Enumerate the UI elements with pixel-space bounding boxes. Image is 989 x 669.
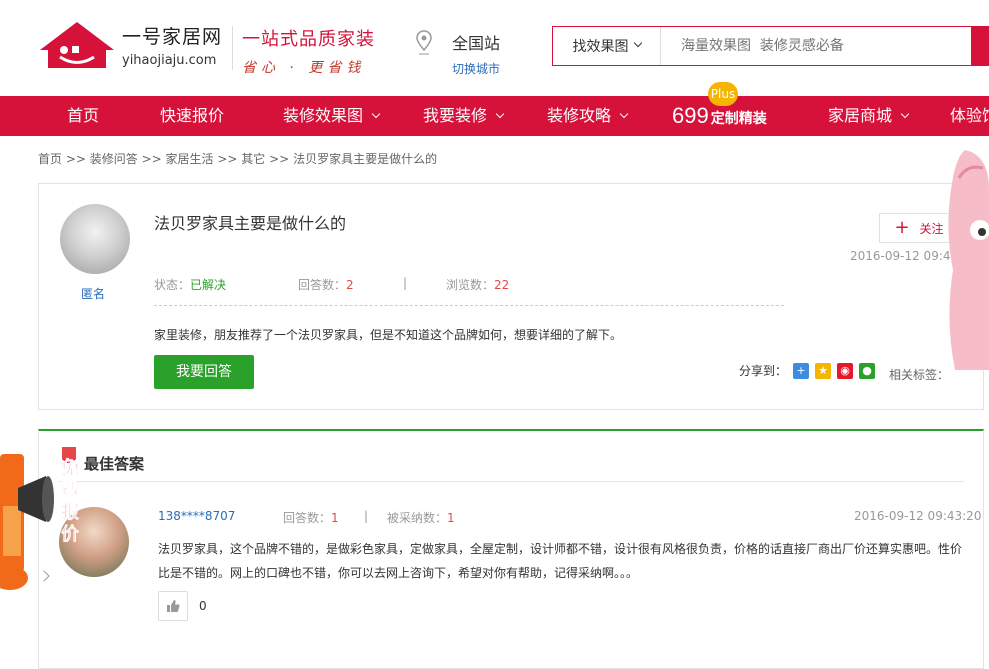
- nav-item-mall[interactable]: 家居商城: [828, 96, 910, 136]
- thumb-up-icon: [167, 600, 180, 612]
- chevron-down-icon: [495, 109, 505, 119]
- site-logo[interactable]: 一号家居网 yihaojiaju.com: [38, 20, 222, 70]
- house-logo-icon: [40, 22, 114, 68]
- breadcrumb-item[interactable]: 家居生活: [166, 152, 214, 166]
- best-answer-card: 最佳答案 138****8707 回答数：1 | 被采纳数：1 2016-09-…: [38, 429, 984, 669]
- views-value: 22: [494, 278, 510, 292]
- status-label: 状态：: [154, 278, 191, 292]
- status-stat: 状态：已解决: [154, 276, 226, 293]
- adopted-label: 被采纳数：: [387, 511, 448, 525]
- related-tags-label: 相关标签：: [889, 368, 950, 382]
- share-weibo-icon[interactable]: ◉: [837, 362, 854, 379]
- header-divider: [232, 26, 233, 70]
- answer-count-label: 回答数：: [283, 511, 332, 525]
- promo-label: 定制精装: [710, 111, 767, 127]
- adopted-value: 1: [447, 511, 455, 525]
- slogan: 一站式品质家装 省心 · 更省钱: [242, 25, 375, 77]
- heading-divider: [59, 481, 964, 482]
- asker-name[interactable]: 匿名: [81, 285, 105, 302]
- main-nav: 首页 快速报价 装修效果图 我要装修 装修攻略 699定制精装 家居商城 体验馆: [0, 96, 989, 136]
- answer-date: 2016-09-12 09:43:20: [854, 509, 982, 523]
- question-body: 家里装修，朋友推荐了一个法贝罗家具，但是不知道这个品牌如何，想要详细的了解下。: [154, 328, 623, 342]
- breadcrumb-item[interactable]: 装修问答: [90, 152, 138, 166]
- search-category-label: 找效果图: [572, 39, 629, 55]
- slogan-sub: 省心 · 更省钱: [242, 60, 366, 76]
- chevron-down-icon: [900, 109, 910, 119]
- answers-value: 2: [346, 278, 354, 292]
- nav-item-label: 装修效果图: [283, 106, 364, 125]
- answers-label: 回答数：: [298, 278, 347, 292]
- site-header: 一号家居网 yihaojiaju.com 一站式品质家装 省心 · 更省钱 全国…: [0, 0, 989, 96]
- like-button[interactable]: [158, 591, 188, 621]
- nav-item-label: 装修攻略: [547, 106, 612, 125]
- answer-count-value: 1: [331, 511, 339, 525]
- slogan-main: 一站式品质家装: [242, 29, 375, 50]
- nav-item-showroom[interactable]: 体验馆: [950, 96, 989, 136]
- answer-count-stat: 回答数：1: [283, 509, 339, 526]
- brand-domain: yihaojiaju.com: [122, 53, 217, 68]
- search-category-select[interactable]: 找效果图: [553, 27, 661, 65]
- question-card: 匿名 法贝罗家具主要是做什么的 + 关注 2016-09-12 09:41:20…: [38, 183, 984, 410]
- breadcrumb-separator: >>: [62, 152, 90, 166]
- plus-icon: +: [894, 217, 910, 238]
- adopted-stat: 被采纳数：1: [387, 509, 455, 526]
- nav-item-label: 我要装修: [423, 106, 488, 125]
- breadcrumb-separator: >>: [137, 152, 166, 166]
- breadcrumb-item[interactable]: 首页: [38, 152, 62, 166]
- views-label: 浏览数：: [446, 278, 495, 292]
- stat-separator: |: [364, 509, 369, 523]
- asker-avatar: [60, 204, 130, 274]
- search-bar: 找效果图: [552, 26, 989, 66]
- share-bar: 分享到： + ★ ◉ ●: [739, 362, 876, 379]
- switch-city-link[interactable]: 切换城市: [452, 60, 500, 77]
- nav-item-home[interactable]: 首页: [67, 96, 99, 136]
- chevron-down-icon: [371, 109, 381, 119]
- like-count: 0: [199, 599, 207, 613]
- brand-name: 一号家居网: [122, 26, 223, 48]
- free-quote-badge[interactable]: 免费报价: [54, 458, 86, 546]
- nav-item-quick-quote[interactable]: 快速报价: [160, 96, 224, 136]
- location-selector[interactable]: 全国站 切换城市: [416, 30, 500, 77]
- breadcrumb-item[interactable]: 其它: [241, 152, 265, 166]
- nav-item-guide[interactable]: 装修攻略: [547, 96, 629, 136]
- search-input[interactable]: [661, 27, 971, 65]
- share-more-icon[interactable]: +: [793, 362, 810, 379]
- mascot-icon[interactable]: [945, 150, 989, 370]
- answers-stat: 回答数：2: [298, 276, 354, 293]
- question-title: 法贝罗家具主要是做什么的: [154, 214, 347, 233]
- search-button[interactable]: [971, 27, 989, 65]
- promo-number: 699: [672, 103, 709, 128]
- answerer-name[interactable]: 138****8707: [158, 509, 235, 523]
- breadcrumb-current: 法贝罗家具主要是做什么的: [293, 152, 438, 166]
- nav-item-gallery[interactable]: 装修效果图: [283, 96, 381, 136]
- breadcrumb: 首页 >> 装修问答 >> 家居生活 >> 其它 >> 法贝罗家具主要是做什么的: [38, 150, 437, 167]
- answer-button[interactable]: 我要回答: [154, 355, 254, 389]
- status-value: 已解决: [190, 278, 227, 292]
- share-wechat-icon[interactable]: ●: [859, 362, 876, 379]
- stat-separator: |: [403, 276, 408, 290]
- breadcrumb-separator: >>: [213, 152, 242, 166]
- nav-item-label: 家居商城: [828, 106, 893, 125]
- chevron-down-icon: [619, 109, 629, 119]
- share-qzone-icon[interactable]: ★: [815, 362, 832, 379]
- nav-item-renovate[interactable]: 我要装修: [423, 96, 505, 136]
- location-name: 全国站: [452, 34, 501, 53]
- follow-label: 关注: [919, 221, 944, 236]
- views-stat: 浏览数：22: [446, 276, 509, 293]
- best-answer-heading: 最佳答案: [84, 455, 145, 473]
- breadcrumb-separator: >>: [265, 152, 294, 166]
- location-pin-icon: [416, 30, 432, 55]
- share-label: 分享到：: [739, 364, 788, 378]
- chevron-down-icon: [633, 38, 642, 48]
- dashed-divider: [154, 305, 784, 306]
- plus-badge: Plus: [708, 82, 738, 106]
- answer-body: 法贝罗家具，这个品牌不错的，是做彩色家具，定做家具，全屋定制，设计师都不错，设计…: [158, 542, 963, 580]
